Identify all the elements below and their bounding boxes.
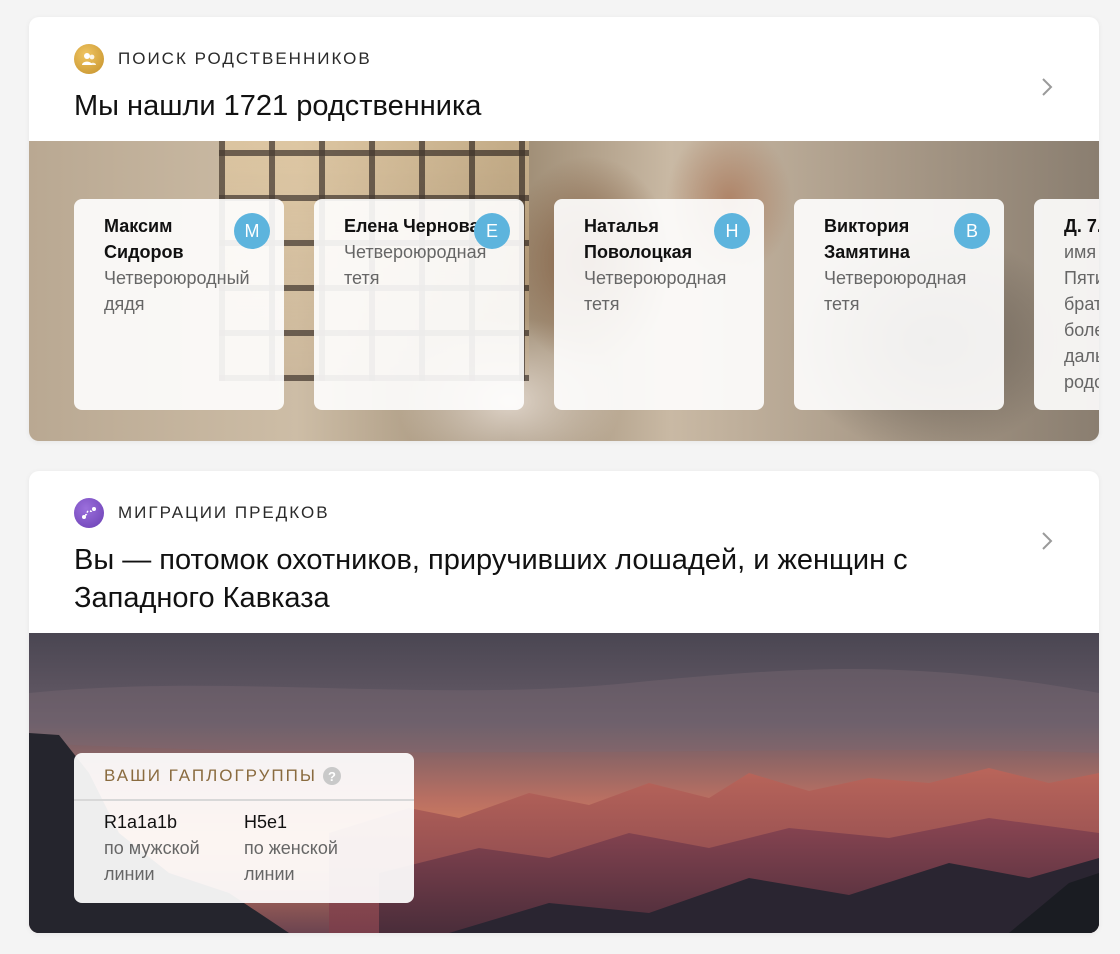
relative-relation-line: брат: [1064, 294, 1099, 314]
relative-relation-line: родс: [1064, 372, 1099, 392]
relatives-title: Мы нашли 1721 родственника: [74, 90, 482, 122]
help-icon[interactable]: ?: [322, 767, 341, 785]
haplogroup-male: R1a1a1b по мужской линии: [104, 809, 244, 887]
relatives-photo-band: Максим Сидоров Четвероюродный дядя М Еле…: [29, 141, 1099, 441]
avatar: М: [234, 213, 270, 249]
relative-relation-line: боле: [1064, 320, 1099, 340]
avatar: Н: [714, 213, 750, 249]
haplogroups-panel: Ваши гаплогруппы ? R1a1a1b по мужской ли…: [74, 753, 414, 903]
relative-card[interactable]: Наталья Поволоцкая Четвероюродная тетя Н: [554, 199, 764, 410]
relative-relation-line: даль: [1064, 346, 1099, 366]
haplogroup-female: H5e1 по женской линии: [244, 809, 384, 887]
haplogroups-title: Ваши гаплогруппы: [104, 766, 317, 785]
avatar: Е: [474, 213, 510, 249]
migrations-section-label: Миграции предков: [74, 498, 1054, 528]
relative-card[interactable]: Максим Сидоров Четвероюродный дядя М: [74, 199, 284, 410]
chevron-right-icon[interactable]: [1039, 530, 1055, 552]
migrations-header[interactable]: Миграции предков Вы — потомок охотников,…: [29, 498, 1099, 617]
relative-relation: Четвероюродный дядя: [104, 268, 250, 314]
relative-card-partial[interactable]: Д. 7. имя Пяти брат боле даль родс: [1034, 199, 1099, 410]
relatives-people-icon: [74, 44, 104, 74]
migrations-section-title: Миграции предков: [118, 503, 330, 522]
haplogroup-description: по мужской линии: [104, 838, 200, 884]
haplogroup-code: H5e1: [244, 812, 288, 832]
haplogroup-code: R1a1a1b: [104, 812, 178, 832]
migrations-card[interactable]: Миграции предков Вы — потомок охотников,…: [29, 471, 1099, 933]
relatives-header[interactable]: Поиск родственников Мы нашли 1721 родств…: [29, 44, 1099, 125]
haplogroups-header: Ваши гаплогруппы ?: [74, 753, 414, 801]
relative-card[interactable]: Виктория Замятина Четвероюродная тетя В: [794, 199, 1004, 410]
chevron-right-icon[interactable]: [1039, 76, 1055, 98]
mountains-photo-band: Ваши гаплогруппы ? R1a1a1b по мужской ли…: [29, 633, 1099, 933]
haplogroups-columns: R1a1a1b по мужской линии H5e1 по женской…: [74, 801, 414, 887]
relative-card[interactable]: Елена Чернова Четвероюродная тетя Е: [314, 199, 524, 410]
migrations-title: Вы — потомок охотников, приручивших лоша…: [74, 544, 908, 614]
avatar: В: [954, 213, 990, 249]
relative-relation: Четвероюродная тетя: [824, 268, 967, 314]
relative-relation: Четвероюродная тетя: [584, 268, 727, 314]
relative-name: Д. 7.: [1064, 216, 1099, 236]
haplogroup-description: по женской линии: [244, 838, 338, 884]
relatives-section-label: Поиск родственников: [74, 44, 1054, 74]
relatives-section-title: Поиск родственников: [118, 49, 372, 68]
relatives-card[interactable]: Поиск родственников Мы нашли 1721 родств…: [29, 17, 1099, 441]
relative-relation-line: Пяти: [1064, 268, 1099, 288]
relative-relation-line: имя: [1064, 242, 1097, 262]
migration-path-icon: [74, 498, 104, 528]
